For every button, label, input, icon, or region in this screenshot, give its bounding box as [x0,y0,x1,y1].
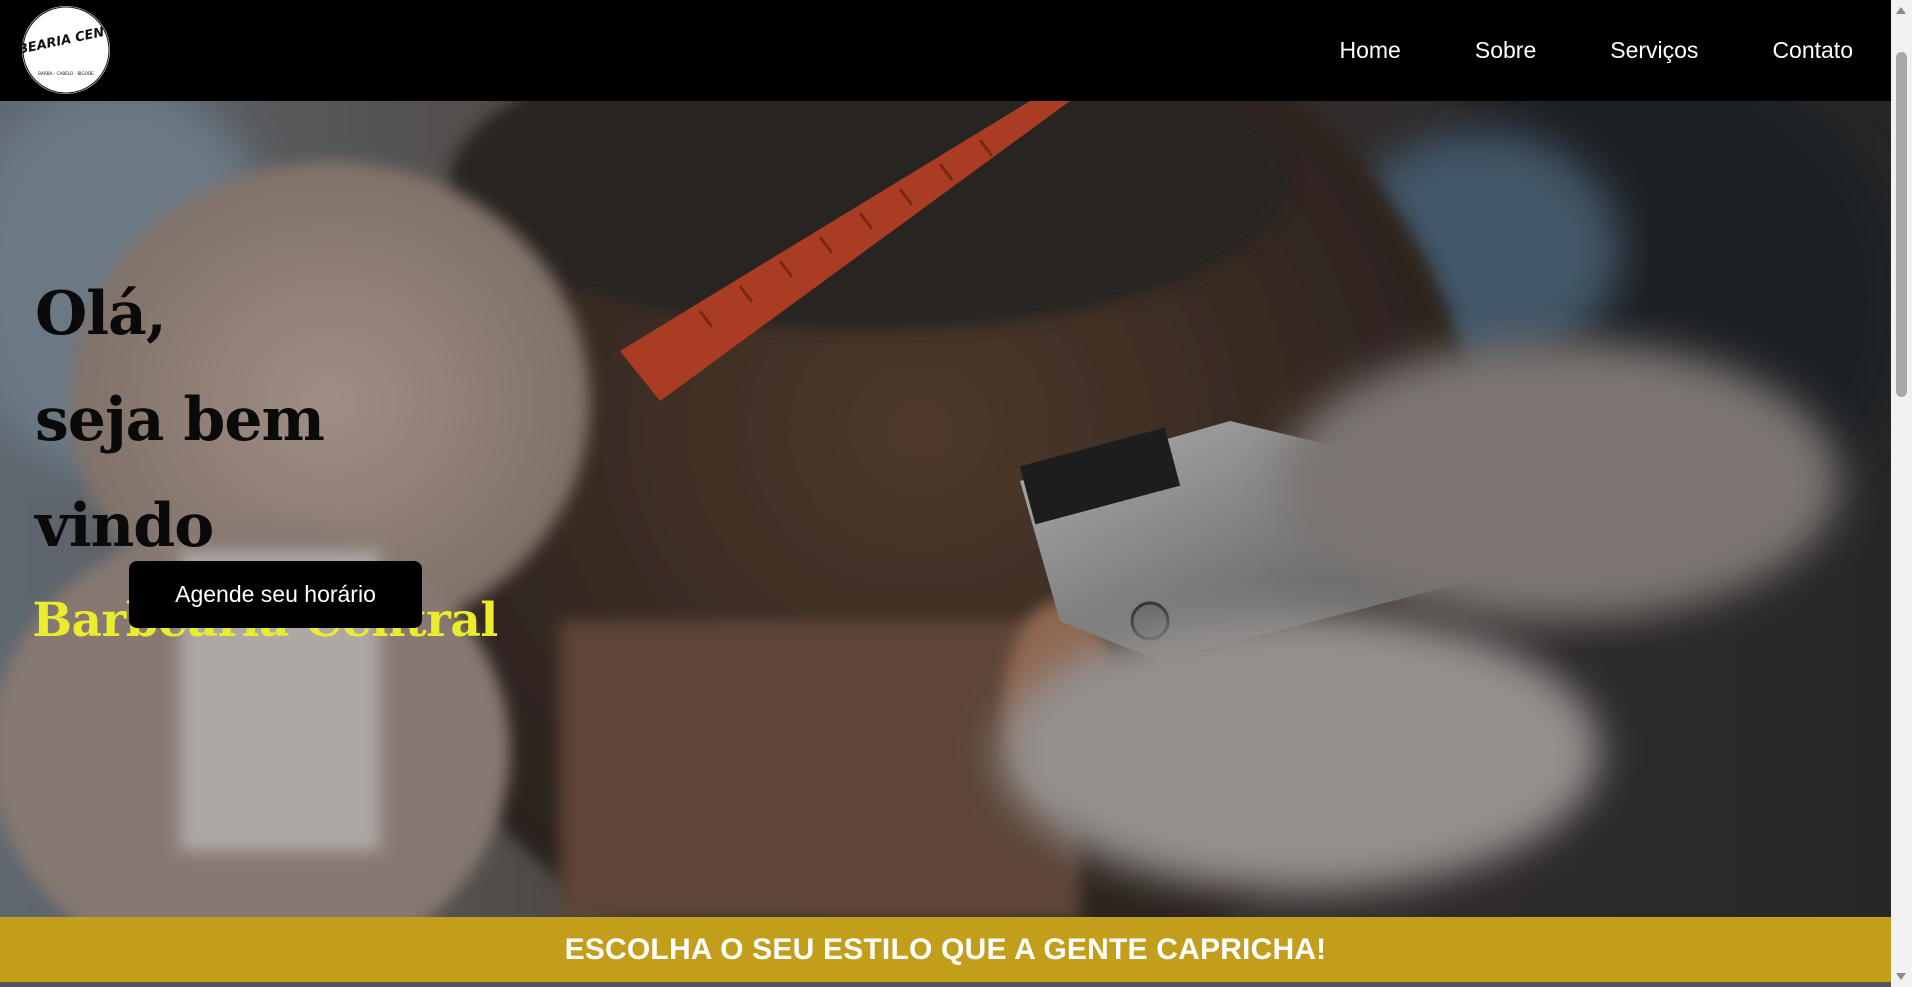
brand-logo[interactable]: BARBEARIA CENTRAL BARBA · CABELO · BIGOD… [22,6,110,94]
logo-tagline: BARBA · CABELO · BIGODE [38,71,94,76]
hero-greeting-line2: seja bem vindo [35,385,325,561]
page: BARBEARIA CENTRAL BARBA · CABELO · BIGOD… [0,0,1912,987]
main-nav: Home Sobre Serviços Contato [1266,0,1854,101]
hero-section: Olá, seja bem vindo Barbearia Central Ag… [0,101,1891,917]
scrollbar-thumb[interactable] [1896,52,1907,397]
nav-contato[interactable]: Contato [1772,37,1853,64]
vertical-scrollbar[interactable] [1891,0,1912,987]
nav-home[interactable]: Home [1340,37,1401,64]
schedule-button[interactable]: Agende seu horário [129,561,422,628]
hero-greeting-line1: Olá, [35,279,167,349]
top-navbar: BARBEARIA CENTRAL BARBA · CABELO · BIGOD… [0,0,1891,101]
style-banner: ESCOLHA O SEU ESTILO QUE A GENTE CAPRICH… [0,917,1891,982]
footer-strip [0,982,1891,987]
scroll-up-icon[interactable] [1896,7,1906,14]
nav-sobre[interactable]: Sobre [1475,37,1536,64]
scroll-down-icon[interactable] [1896,973,1906,980]
nav-servicos[interactable]: Serviços [1610,37,1698,64]
banner-text: ESCOLHA O SEU ESTILO QUE A GENTE CAPRICH… [564,932,1327,966]
logo-emblem-icon: BARBEARIA CENTRAL BARBA · CABELO · BIGOD… [22,6,110,94]
